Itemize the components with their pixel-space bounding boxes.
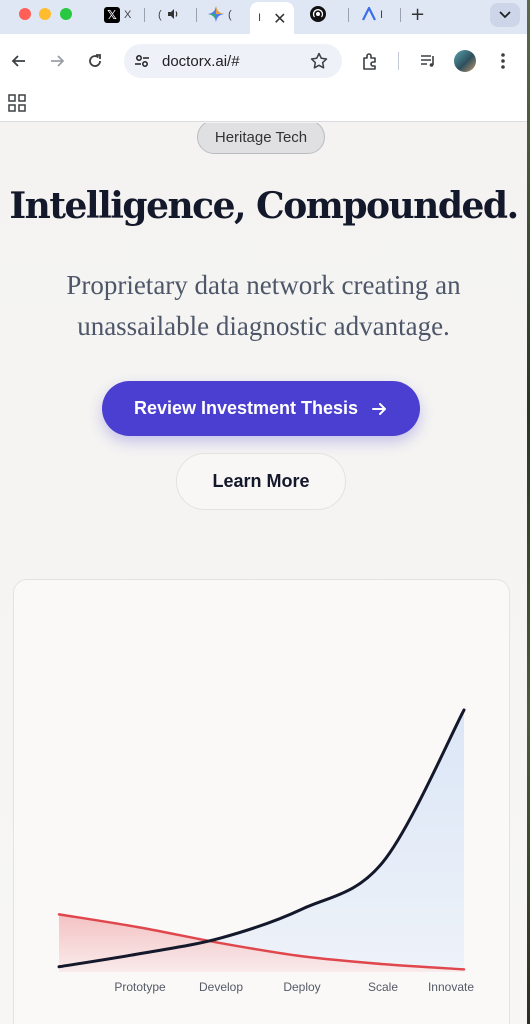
hero-subtitle: Proprietary data network creating an una… bbox=[66, 270, 461, 341]
more-menu-icon[interactable] bbox=[493, 51, 513, 71]
learn-more-button[interactable]: Learn More bbox=[176, 453, 346, 510]
profile-avatar[interactable] bbox=[454, 50, 476, 72]
chevron-down-icon bbox=[499, 11, 511, 19]
page-viewport: Heritage Tech Intelligence, Compounded. … bbox=[0, 123, 527, 1024]
forward-icon[interactable] bbox=[47, 51, 67, 71]
arrow-right-icon bbox=[372, 402, 387, 415]
growth-chart-card: Prototype Develop Deploy Scale Innovate bbox=[13, 579, 510, 1024]
url-text[interactable]: doctorx.ai/# bbox=[162, 53, 240, 70]
gemini-sparkle-icon bbox=[208, 5, 224, 25]
tab-separator bbox=[348, 8, 349, 22]
bookmarks-bar bbox=[0, 88, 530, 122]
address-bar[interactable]: doctorx.ai/# bbox=[124, 44, 342, 78]
category-badge: Heritage Tech bbox=[197, 123, 325, 154]
browser-tab-audio[interactable]: ( bbox=[158, 2, 180, 28]
browser-tab-active[interactable]: I ✕ bbox=[250, 2, 295, 34]
growth-chart: Prototype Develop Deploy Scale Innovate bbox=[57, 708, 474, 994]
a-logo-icon bbox=[362, 5, 376, 24]
browser-tab-a[interactable]: I bbox=[362, 2, 383, 28]
apps-grid-icon[interactable] bbox=[8, 94, 26, 117]
close-tab-icon[interactable]: ✕ bbox=[273, 9, 286, 28]
x-tick-label: Scale bbox=[368, 980, 398, 994]
browser-tab-podcast[interactable] bbox=[310, 2, 330, 28]
media-control-icon[interactable] bbox=[418, 51, 438, 71]
x-tick-label: Innovate bbox=[428, 980, 474, 994]
close-window-button[interactable] bbox=[19, 8, 31, 20]
tab-separator bbox=[400, 8, 401, 22]
browser-tab-gemini[interactable]: ( bbox=[208, 2, 232, 28]
tab-separator bbox=[144, 8, 145, 22]
review-investment-thesis-button[interactable]: Review Investment Thesis bbox=[102, 381, 420, 436]
podcast-icon bbox=[310, 5, 326, 25]
primary-cta-label: Review Investment Thesis bbox=[133, 398, 359, 418]
zoom-window-button[interactable] bbox=[60, 8, 72, 20]
back-icon[interactable] bbox=[9, 51, 29, 71]
x-tick-label: Develop bbox=[199, 980, 243, 994]
minimize-window-button[interactable] bbox=[39, 8, 51, 20]
x-tick-label: Prototype bbox=[114, 980, 166, 994]
extensions-icon[interactable] bbox=[360, 51, 380, 71]
bookmark-star-icon[interactable] bbox=[310, 52, 328, 75]
reload-icon[interactable] bbox=[85, 51, 105, 71]
toolbar-divider bbox=[398, 52, 399, 70]
tab-search-button[interactable] bbox=[490, 3, 520, 27]
x-tick-label: Deploy bbox=[283, 980, 320, 994]
tab-separator bbox=[196, 8, 197, 22]
site-settings-icon[interactable] bbox=[134, 53, 150, 74]
new-tab-icon[interactable]: + bbox=[410, 4, 425, 25]
browser-toolbar: doctorx.ai/# bbox=[0, 34, 530, 88]
x-logo-icon: 𝕏 bbox=[104, 7, 120, 23]
speaker-icon[interactable] bbox=[166, 7, 180, 24]
hero-title: Intelligence, Compounded. bbox=[9, 185, 519, 227]
browser-tab-x[interactable]: 𝕏 X bbox=[104, 2, 131, 28]
secondary-cta-label: Learn More bbox=[212, 471, 310, 491]
tab-strip: 𝕏 X ( ( I ✕ I + bbox=[0, 0, 530, 34]
